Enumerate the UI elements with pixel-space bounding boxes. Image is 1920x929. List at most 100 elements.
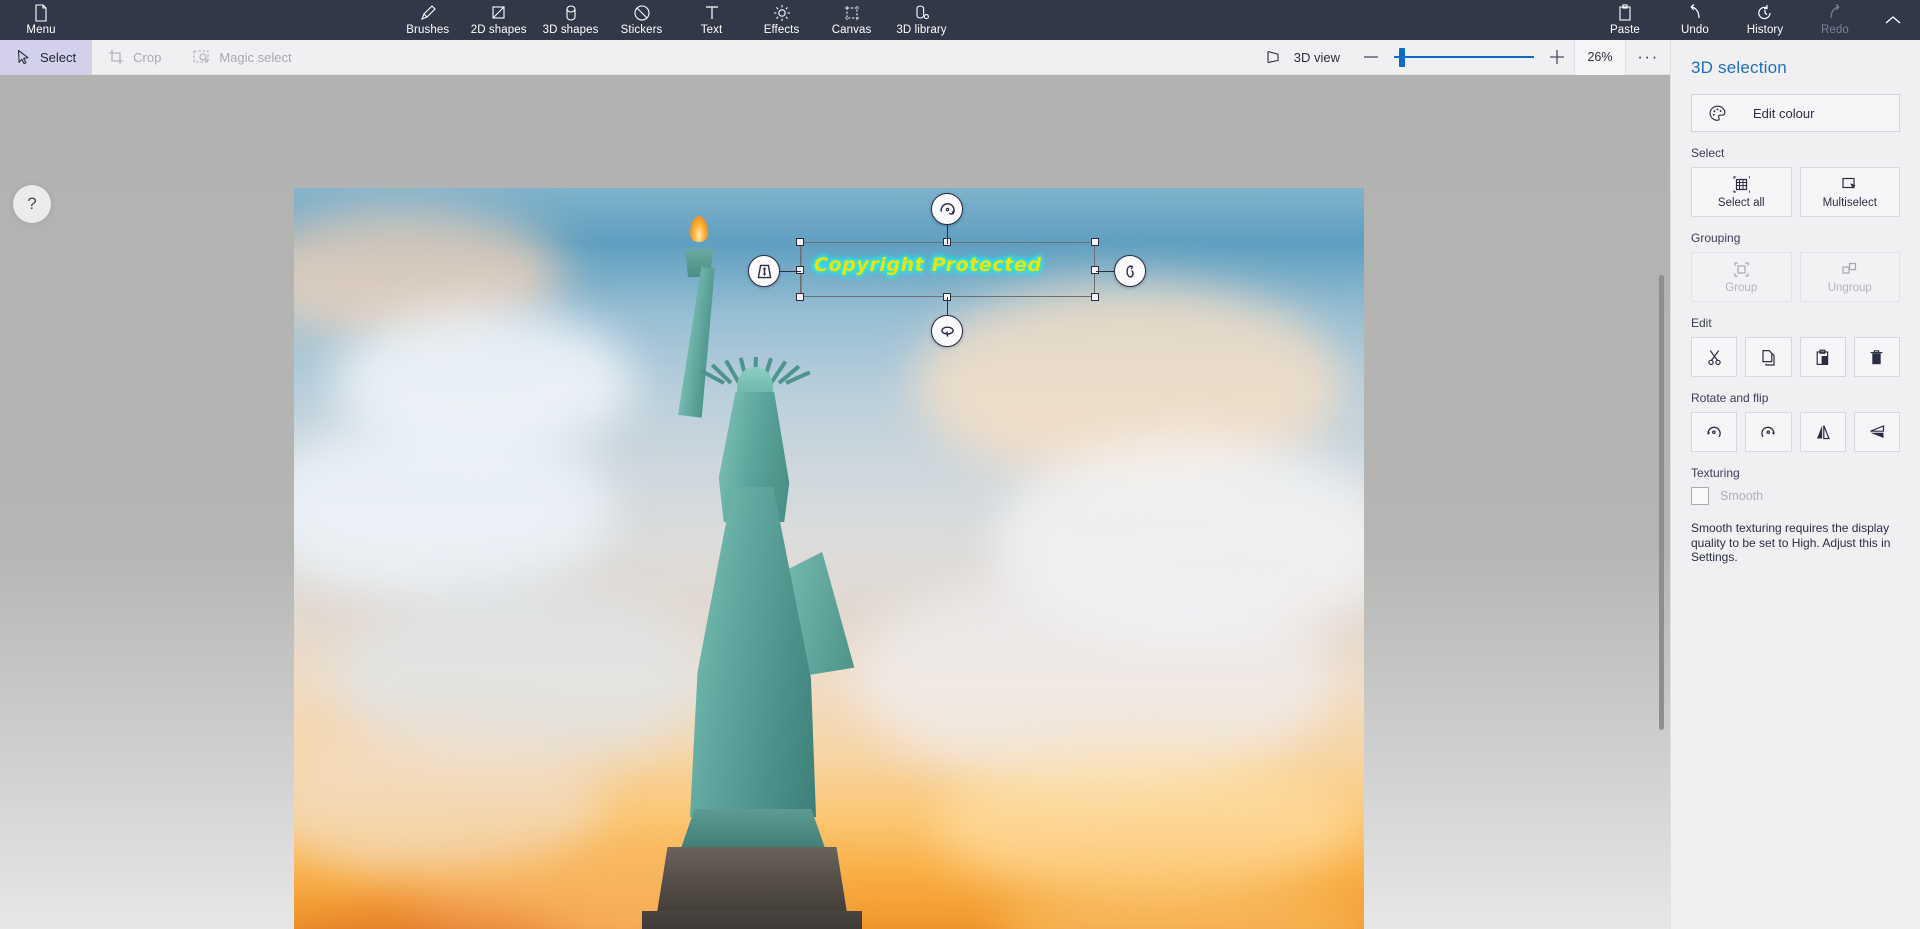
resize-handle-bottom-right[interactable] — [1091, 293, 1099, 301]
canvas-area[interactable]: ? Copyright Protected — [0, 75, 1670, 929]
ribbon-tool-stickers[interactable]: Stickers — [607, 0, 677, 40]
grouping-section-label: Grouping — [1691, 231, 1741, 245]
ungroup-icon — [1841, 261, 1858, 278]
ribbon-tool-label: Brushes — [406, 23, 450, 36]
zoom-slider-thumb[interactable] — [1399, 47, 1405, 67]
multiselect-label: Multiselect — [1822, 196, 1877, 209]
copy-button[interactable] — [1745, 337, 1792, 377]
ribbon-tool-canvas[interactable]: Canvas — [817, 0, 887, 40]
undo-button[interactable]: Undo — [1660, 0, 1730, 40]
more-options-button[interactable]: ··· — [1626, 40, 1670, 75]
right-properties-panel: 3D selection Edit colour Select Select a… — [1670, 40, 1920, 929]
rotate-right-icon — [1759, 423, 1777, 441]
collapse-ribbon-button[interactable] — [1870, 0, 1916, 40]
ribbon-tool-text[interactable]: Text — [677, 0, 747, 40]
resize-handle-top-right[interactable] — [1091, 238, 1099, 246]
rotate-left-button[interactable] — [1691, 412, 1738, 452]
menu-button[interactable]: Menu — [6, 0, 76, 40]
grouping-section-buttons: Group Ungroup — [1691, 252, 1900, 302]
cursor-icon — [16, 49, 31, 65]
ribbon-tool-label: Text — [700, 23, 723, 36]
ribbon-tool-effects[interactable]: Effects — [747, 0, 817, 40]
multiselect-icon — [1841, 176, 1858, 193]
paste-label: Paste — [1610, 23, 1640, 36]
zoom-percent-value[interactable]: 26% — [1574, 39, 1626, 75]
ribbon-tool-label: Canvas — [831, 23, 872, 36]
help-button[interactable]: ? — [13, 185, 51, 223]
edit-colour-button[interactable]: Edit colour — [1691, 94, 1900, 132]
canvas-image[interactable] — [294, 188, 1364, 929]
history-label: History — [1746, 23, 1784, 36]
object-selection-box[interactable]: Copyright Protected — [796, 238, 1099, 301]
ribbon-tool-3d-library[interactable]: 3D library — [887, 0, 957, 40]
redo-label: Redo — [1821, 23, 1849, 36]
edit-section-buttons — [1691, 337, 1900, 377]
flip-vertical-button[interactable] — [1853, 412, 1900, 452]
view-3d-label: 3D view — [1293, 49, 1340, 65]
rotate-yaw-handle[interactable] — [1114, 255, 1146, 287]
paste-icon — [1617, 3, 1633, 22]
zoom-in-button[interactable] — [1540, 40, 1574, 75]
gizmo-connector-left — [780, 271, 801, 272]
select-all-label: Select all — [1717, 196, 1765, 209]
shapes-3d-icon — [562, 4, 580, 22]
selected-text-object[interactable]: Copyright Protected — [814, 254, 1042, 276]
gizmo-connector-right — [1096, 271, 1114, 272]
ribbon-tool-label: 3D shapes — [542, 23, 599, 36]
select-all-button[interactable]: Select all — [1691, 167, 1792, 217]
rotate-roll-handle[interactable] — [931, 193, 963, 225]
tool-select-label: Select — [40, 49, 77, 65]
undo-label: Undo — [1681, 23, 1709, 36]
ungroup-button: Ungroup — [1799, 252, 1900, 302]
ribbon-tool-3d-shapes[interactable]: 3D shapes — [535, 0, 607, 40]
tool-crop: Crop — [92, 40, 177, 75]
ribbon-tool-2d-shapes[interactable]: 2D shapes — [463, 0, 535, 40]
smooth-checkbox — [1691, 487, 1709, 505]
library-3d-icon — [913, 4, 931, 22]
select-section-buttons: Select all Multiselect — [1691, 167, 1900, 217]
paste-button[interactable]: Paste — [1590, 0, 1660, 40]
gizmo-connector-bottom — [947, 297, 948, 317]
group-button: Group — [1691, 252, 1792, 302]
canvas-icon — [843, 4, 861, 22]
smooth-label: Smooth — [1720, 489, 1764, 503]
flip-horizontal-icon — [1814, 423, 1832, 441]
plus-icon — [1550, 50, 1564, 64]
history-icon — [1756, 4, 1774, 22]
tool-select[interactable]: Select — [0, 39, 93, 75]
move-depth-icon — [757, 264, 771, 278]
zoom-slider[interactable] — [1394, 40, 1534, 75]
tool-crop-label: Crop — [133, 49, 162, 65]
ribbon-tool-brushes[interactable]: Brushes — [393, 0, 463, 40]
resize-handle-middle-right[interactable] — [1091, 266, 1099, 274]
select-section-label: Select — [1691, 146, 1725, 160]
rotate-pitch-handle[interactable] — [931, 315, 963, 347]
text-icon — [703, 4, 721, 22]
view-3d-toggle[interactable]: 3D view — [1251, 49, 1354, 65]
cut-button[interactable] — [1691, 337, 1738, 377]
edit-section-label: Edit — [1691, 316, 1712, 330]
move-depth-handle[interactable] — [748, 255, 780, 287]
paste-button-panel[interactable] — [1799, 337, 1846, 377]
history-button[interactable]: History — [1730, 0, 1800, 40]
ungroup-label: Ungroup — [1827, 281, 1872, 294]
clipboard-icon — [1814, 349, 1831, 366]
brush-icon — [419, 4, 437, 22]
multiselect-button[interactable]: Multiselect — [1799, 167, 1900, 217]
question-mark-icon: ? — [27, 194, 37, 213]
resize-handle-middle-left[interactable] — [796, 266, 804, 274]
canvas-vertical-scrollbar[interactable] — [1659, 275, 1664, 730]
resize-handle-top-left[interactable] — [796, 238, 804, 246]
redo-icon — [1826, 3, 1844, 22]
palette-icon — [1708, 104, 1727, 123]
ribbon-tool-label: Effects — [763, 23, 800, 36]
resize-handle-bottom-left[interactable] — [796, 293, 804, 301]
stickers-icon — [633, 4, 651, 22]
ribbon-tool-label: Stickers — [620, 23, 663, 36]
rotate-right-button[interactable] — [1745, 412, 1792, 452]
flip-horizontal-button[interactable] — [1799, 412, 1846, 452]
effects-icon — [773, 4, 791, 22]
delete-button[interactable] — [1853, 337, 1900, 377]
flip-vertical-icon — [1868, 423, 1886, 441]
zoom-out-button[interactable] — [1354, 40, 1388, 75]
